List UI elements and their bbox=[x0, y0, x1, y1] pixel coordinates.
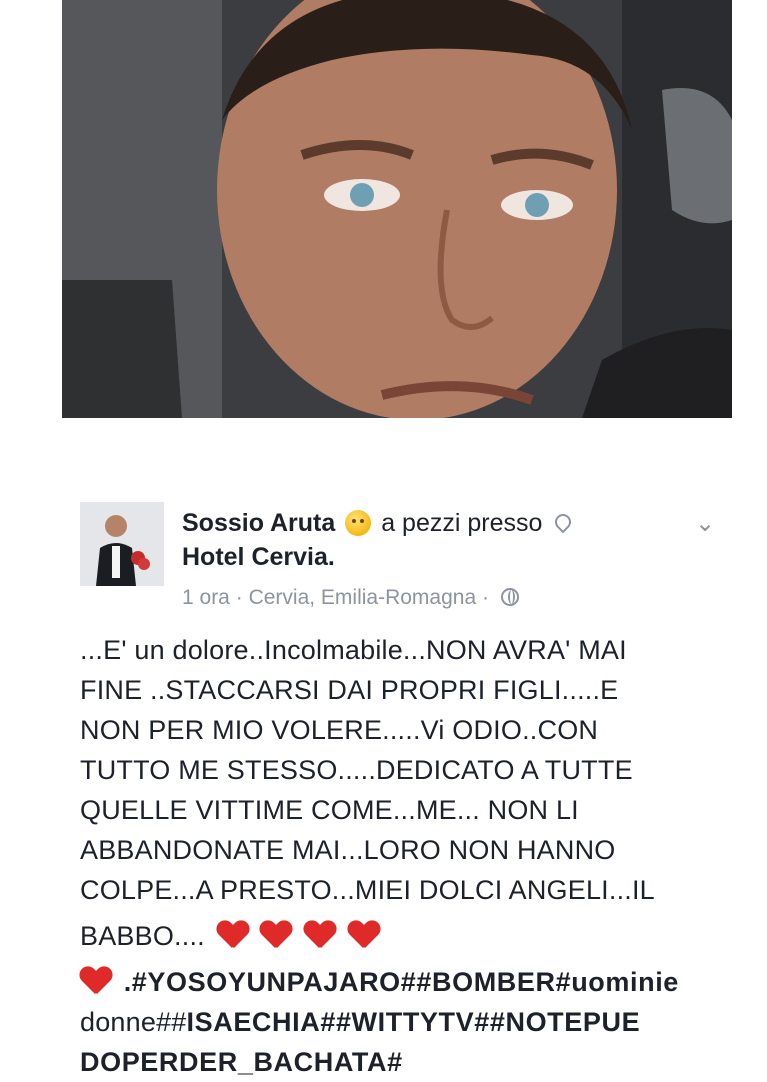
hashtag-line: donne##ISAECHIA##WITTYTV##NOTEPUE bbox=[80, 1002, 710, 1042]
location-pin-icon bbox=[552, 510, 575, 534]
post-line: ...E' un dolore..Incolmabile...NON AVRA'… bbox=[80, 635, 627, 665]
post-line: COLPE...A PRESTO...MIEI DOLCI ANGELI...I… bbox=[80, 875, 655, 905]
post-time[interactable]: 1 ora bbox=[182, 586, 230, 609]
post-meta: 1 ora · Cervia, Emilia-Romagna · bbox=[182, 586, 519, 610]
hashtags: .#YOSOYUNPAJARO##BOMBER#uominie donne##I… bbox=[80, 962, 710, 1082]
red-heart-icon bbox=[260, 921, 292, 951]
post-photo[interactable] bbox=[62, 0, 732, 418]
post-line: QUELLE VITTIME COME...ME... NON LI bbox=[80, 795, 579, 825]
hashtag-line: .#YOSOYUNPAJARO##BOMBER#uominie bbox=[80, 962, 710, 1002]
feeling-text: a pezzi presso bbox=[381, 509, 543, 537]
post-line: TUTTO ME STESSO.....DEDICATO A TUTTE bbox=[80, 755, 633, 785]
red-heart-icon bbox=[217, 921, 249, 951]
facebook-post: Sossio Aruta a pezzi presso Hotel Cervia… bbox=[62, 470, 732, 1081]
crying-face-icon bbox=[345, 510, 372, 536]
place-name[interactable]: Hotel Cervia. bbox=[182, 543, 335, 571]
hearts-row bbox=[217, 916, 384, 956]
post-closing-line: BABBO.... bbox=[80, 916, 710, 956]
post-line: NON PER MIO VOLERE.....Vi ODIO..CON bbox=[80, 715, 599, 745]
hashtag-text[interactable]: DOPERDER_BACHATA# bbox=[80, 1047, 403, 1077]
post-line: ABBANDONATE MAI...LORO NON HANNO bbox=[80, 835, 616, 865]
red-heart-icon bbox=[348, 921, 380, 951]
closing-text: BABBO.... bbox=[80, 921, 205, 951]
post-location[interactable]: Cervia, Emilia-Romagna bbox=[249, 586, 477, 609]
meta-separator: · bbox=[235, 586, 243, 609]
post-body: ...E' un dolore..Incolmabile...NON AVRA'… bbox=[80, 630, 710, 1082]
hashtag-text[interactable]: ISAECHIA##WITTYTV##NOTEPUE bbox=[187, 1007, 641, 1037]
post-headline: Sossio Aruta a pezzi presso Hotel Cervia… bbox=[182, 506, 702, 574]
red-heart-icon bbox=[304, 921, 336, 951]
post-header: Sossio Aruta a pezzi presso Hotel Cervia… bbox=[80, 502, 720, 622]
globe-icon bbox=[500, 588, 519, 606]
chevron-down-icon[interactable]: ⌄ bbox=[690, 512, 720, 536]
hashtag-text[interactable]: donne## bbox=[80, 1007, 187, 1037]
hashtag-text[interactable]: .#YOSOYUNPAJARO##BOMBER#uominie bbox=[124, 967, 679, 997]
author-name[interactable]: Sossio Aruta bbox=[182, 509, 335, 537]
author-avatar[interactable] bbox=[80, 502, 164, 586]
red-heart-icon bbox=[80, 967, 112, 997]
post-line: FINE ..STACCARSI DAI PROPRI FIGLI.....E bbox=[80, 675, 619, 705]
meta-separator: · bbox=[481, 586, 489, 609]
hashtag-line: DOPERDER_BACHATA# bbox=[80, 1042, 710, 1082]
